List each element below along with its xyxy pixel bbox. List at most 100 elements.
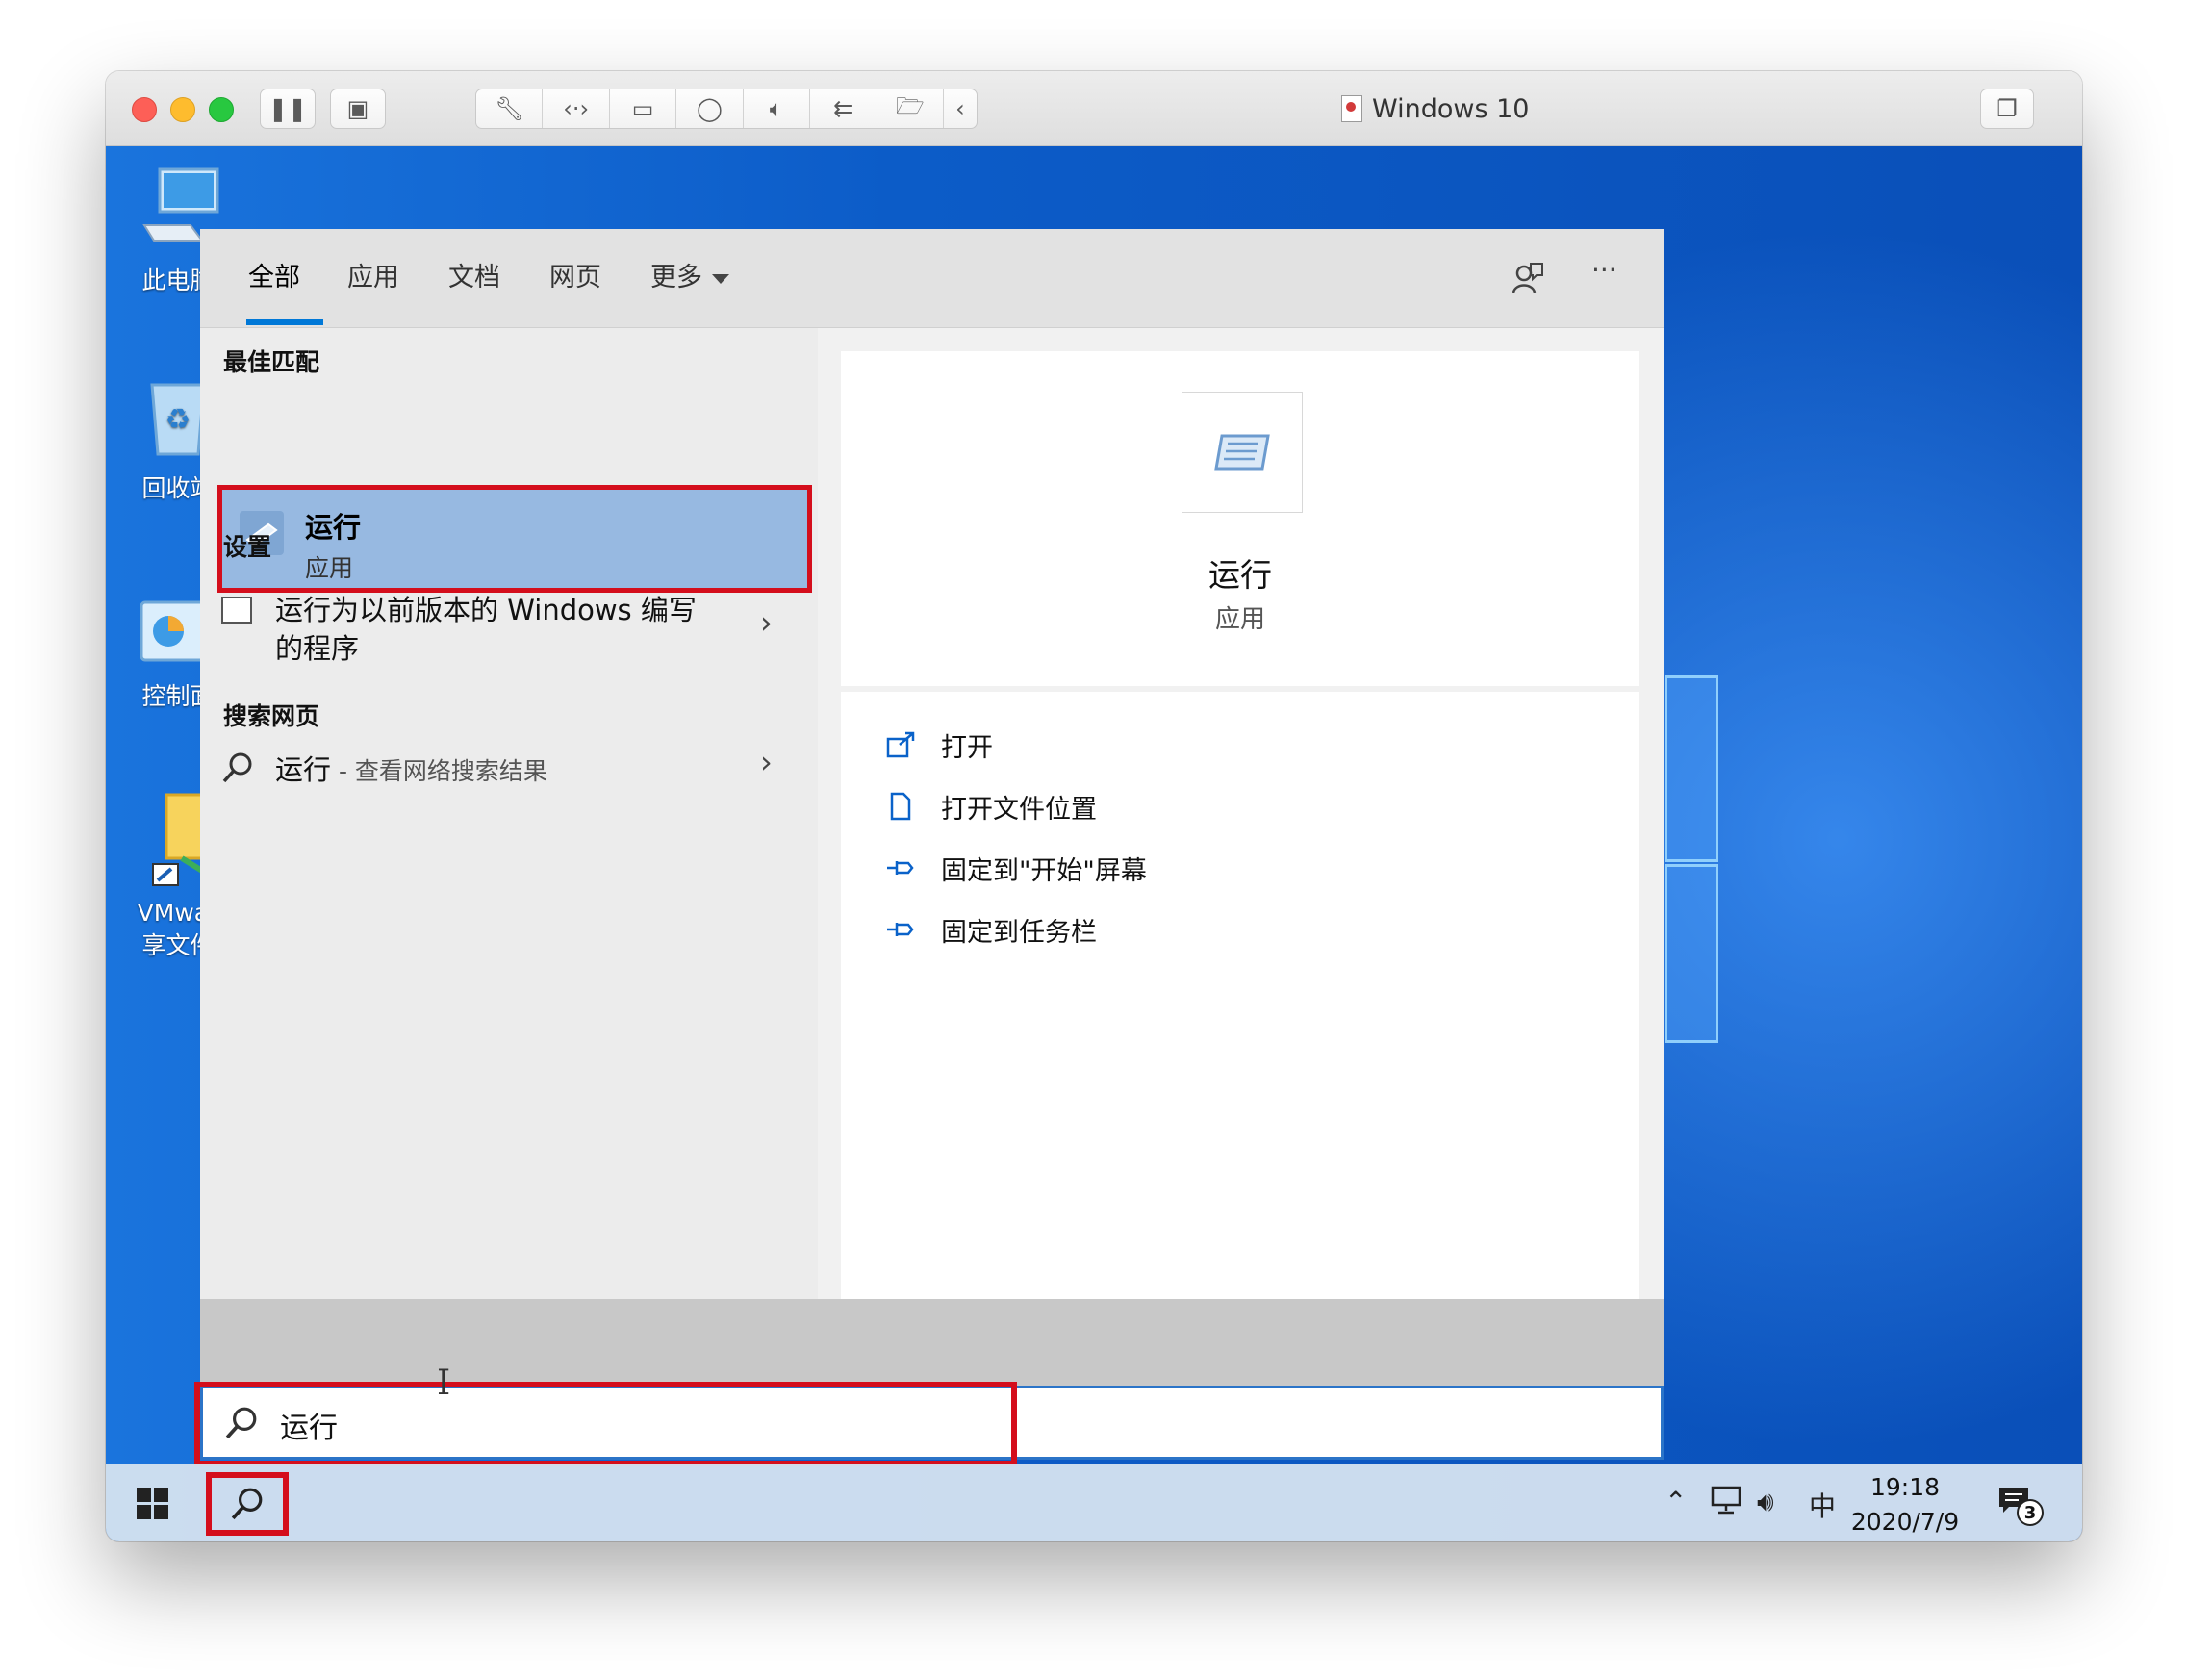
restore-window-icon: ❐ bbox=[1996, 95, 2018, 122]
window-title-text: Windows 10 bbox=[1372, 93, 1530, 124]
settings-button[interactable]: 🔧︎ bbox=[476, 89, 544, 128]
camera-icon: ◯ bbox=[697, 95, 723, 122]
titlebar: ❚❚ ▣ 🔧︎ ‹·› ▭ ◯ 🔈︎ ⇇ 🗁︎ ‹ Windows 10 ❐ bbox=[106, 71, 2082, 146]
tab-all[interactable]: 全部 bbox=[248, 256, 300, 293]
compatibility-settings-icon bbox=[221, 597, 252, 624]
taskbar-search-button[interactable] bbox=[206, 1472, 289, 1536]
svg-text:♻: ♻ bbox=[165, 403, 191, 437]
search-box[interactable]: 运行 bbox=[200, 1386, 1664, 1460]
best-match-title: 运行 bbox=[305, 511, 362, 544]
pause-button[interactable]: ❚❚ bbox=[260, 89, 316, 129]
chevron-right-icon: › bbox=[760, 604, 773, 641]
detail-title: 运行 bbox=[1208, 556, 1272, 594]
sound-button[interactable]: 🔈︎ bbox=[744, 89, 811, 128]
minimize-window-button[interactable] bbox=[170, 97, 195, 122]
pin-icon bbox=[885, 915, 916, 944]
camera-button[interactable]: ◯ bbox=[676, 89, 744, 128]
action-label: 固定到任务栏 bbox=[941, 917, 1097, 948]
tab-web[interactable]: 网页 bbox=[549, 256, 601, 293]
feedback-icon bbox=[1512, 263, 1543, 293]
text-cursor-icon: I bbox=[437, 1363, 451, 1403]
windows-logo-icon bbox=[154, 1505, 168, 1519]
taskbar: ⌃ 🔊︎ 中 19:18 2020/7/9 3 bbox=[106, 1464, 2082, 1541]
chevron-left-icon: ‹ bbox=[955, 95, 965, 122]
zoom-window-button[interactable] bbox=[209, 97, 234, 122]
search-icon bbox=[222, 752, 252, 783]
best-match-result[interactable]: 运行 应用 bbox=[217, 485, 812, 593]
windows-logo-icon bbox=[137, 1488, 151, 1502]
more-options-button[interactable]: ··· bbox=[1591, 254, 1617, 286]
panel-footer bbox=[200, 1299, 1664, 1386]
shared-folder-icon: 🗁︎ bbox=[895, 91, 925, 119]
tab-documents[interactable]: 文档 bbox=[448, 256, 500, 293]
speaker-icon: 🔈︎ bbox=[769, 95, 784, 122]
web-search-term: 运行 - 查看网络搜索结果 bbox=[275, 748, 547, 788]
tab-more-label: 更多 bbox=[650, 263, 702, 293]
network-button[interactable]: ‹·› bbox=[543, 89, 610, 128]
results-list: 最佳匹配 运行 应用 设置 运行为以前版本的 Windows 编写的程序 › 搜… bbox=[200, 328, 818, 1299]
notification-badge: 3 bbox=[2017, 1499, 2044, 1526]
clock-time: 19:18 bbox=[1869, 1473, 1941, 1501]
disk-button[interactable]: ▭ bbox=[610, 89, 677, 128]
clock[interactable]: 19:18 2020/7/9 bbox=[1838, 1470, 1972, 1540]
chevron-right-icon: › bbox=[760, 744, 773, 780]
search-input[interactable]: 运行 bbox=[280, 1404, 338, 1446]
windows-logo-icon bbox=[137, 1505, 151, 1519]
result-detail-pane: 运行 应用 打开 打开文件位置 固定到"开始"屏幕 固定到任务栏 bbox=[818, 328, 1664, 1299]
wallpaper-pane bbox=[1665, 675, 1718, 862]
settings-result-label: 运行为以前版本的 Windows 编写的程序 bbox=[275, 594, 697, 665]
volume-tray-button[interactable]: 🔊︎ bbox=[1757, 1486, 1774, 1518]
disk-icon: ▭ bbox=[631, 95, 654, 122]
wallpaper-pane bbox=[1665, 864, 1718, 1043]
collapse-toolbar-button[interactable]: ‹ bbox=[944, 89, 977, 128]
show-hidden-icons-button[interactable]: ⌃ bbox=[1665, 1486, 1687, 1517]
tab-apps[interactable]: 应用 bbox=[347, 256, 399, 293]
shared-folder-button[interactable]: 🗁︎ bbox=[877, 89, 944, 128]
restore-window-button[interactable]: ❐ bbox=[1980, 89, 2034, 129]
action-center-button[interactable]: 3 bbox=[1997, 1486, 2044, 1526]
start-search-panel: 全部 应用 文档 网页 更多 ··· 最佳匹配 运行 应用 设置 运行为以前版本… bbox=[200, 229, 1664, 1386]
search-icon bbox=[231, 1488, 263, 1520]
windows-logo-icon bbox=[154, 1488, 168, 1502]
code-icon: ‹·› bbox=[563, 95, 590, 122]
web-search-heading: 搜索网页 bbox=[223, 702, 320, 730]
caret-down-icon bbox=[712, 273, 729, 284]
windows-desktop: 此电脑 ♻ 回收站 控制面 VMwar 享文件 全部 应用 文档 网页 更多 ·… bbox=[106, 146, 2082, 1541]
ime-indicator[interactable]: 中 bbox=[1809, 1486, 1836, 1524]
detail-header: 运行 应用 bbox=[841, 351, 1640, 686]
web-search-hint: - 查看网络搜索结果 bbox=[331, 757, 547, 785]
start-button[interactable] bbox=[137, 1488, 169, 1520]
usb-button[interactable]: ⇇ bbox=[810, 89, 877, 128]
web-search-result[interactable]: 运行 - 查看网络搜索结果 › bbox=[221, 744, 799, 792]
search-icon bbox=[225, 1407, 257, 1439]
detail-subtitle: 应用 bbox=[1214, 605, 1265, 634]
file-location-icon bbox=[885, 792, 916, 821]
active-tab-indicator bbox=[246, 319, 323, 325]
network-tray-button[interactable] bbox=[1709, 1486, 1743, 1521]
web-search-term-text: 运行 bbox=[275, 753, 332, 786]
action-label: 固定到"开始"屏幕 bbox=[941, 855, 1147, 886]
settings-result[interactable]: 运行为以前版本的 Windows 编写的程序 › bbox=[221, 591, 799, 674]
vm-window: ❚❚ ▣ 🔧︎ ‹·› ▭ ◯ 🔈︎ ⇇ 🗁︎ ‹ Windows 10 ❐ 此… bbox=[106, 71, 2082, 1541]
close-window-button[interactable] bbox=[132, 97, 157, 122]
pin-to-start-action[interactable]: 固定到"开始"屏幕 bbox=[885, 849, 1147, 887]
open-action[interactable]: 打开 bbox=[885, 725, 993, 764]
clock-date: 2020/7/9 bbox=[1850, 1508, 1960, 1536]
search-filter-tabs: 全部 应用 文档 网页 更多 ··· bbox=[200, 229, 1664, 328]
feedback-button[interactable] bbox=[1512, 262, 1544, 301]
snapshot-button[interactable]: ▣ bbox=[330, 89, 386, 129]
open-file-location-action[interactable]: 打开文件位置 bbox=[885, 787, 1097, 826]
pin-to-taskbar-action[interactable]: 固定到任务栏 bbox=[885, 910, 1097, 949]
vm-device-toolbar: 🔧︎ ‹·› ▭ ◯ 🔈︎ ⇇ 🗁︎ ‹ bbox=[475, 89, 978, 129]
snapshot-icon: ▣ bbox=[346, 95, 369, 122]
settings-heading: 设置 bbox=[223, 533, 272, 561]
action-label: 打开文件位置 bbox=[941, 794, 1097, 825]
usb-icon: ⇇ bbox=[833, 95, 853, 122]
vm-document-icon bbox=[1341, 95, 1362, 122]
action-label: 打开 bbox=[941, 732, 993, 763]
pin-icon bbox=[885, 853, 916, 882]
tab-more[interactable]: 更多 bbox=[650, 256, 729, 293]
run-app-large-icon bbox=[1182, 392, 1303, 513]
best-match-subtitle: 应用 bbox=[305, 554, 354, 582]
pause-icon: ❚❚ bbox=[267, 95, 308, 122]
